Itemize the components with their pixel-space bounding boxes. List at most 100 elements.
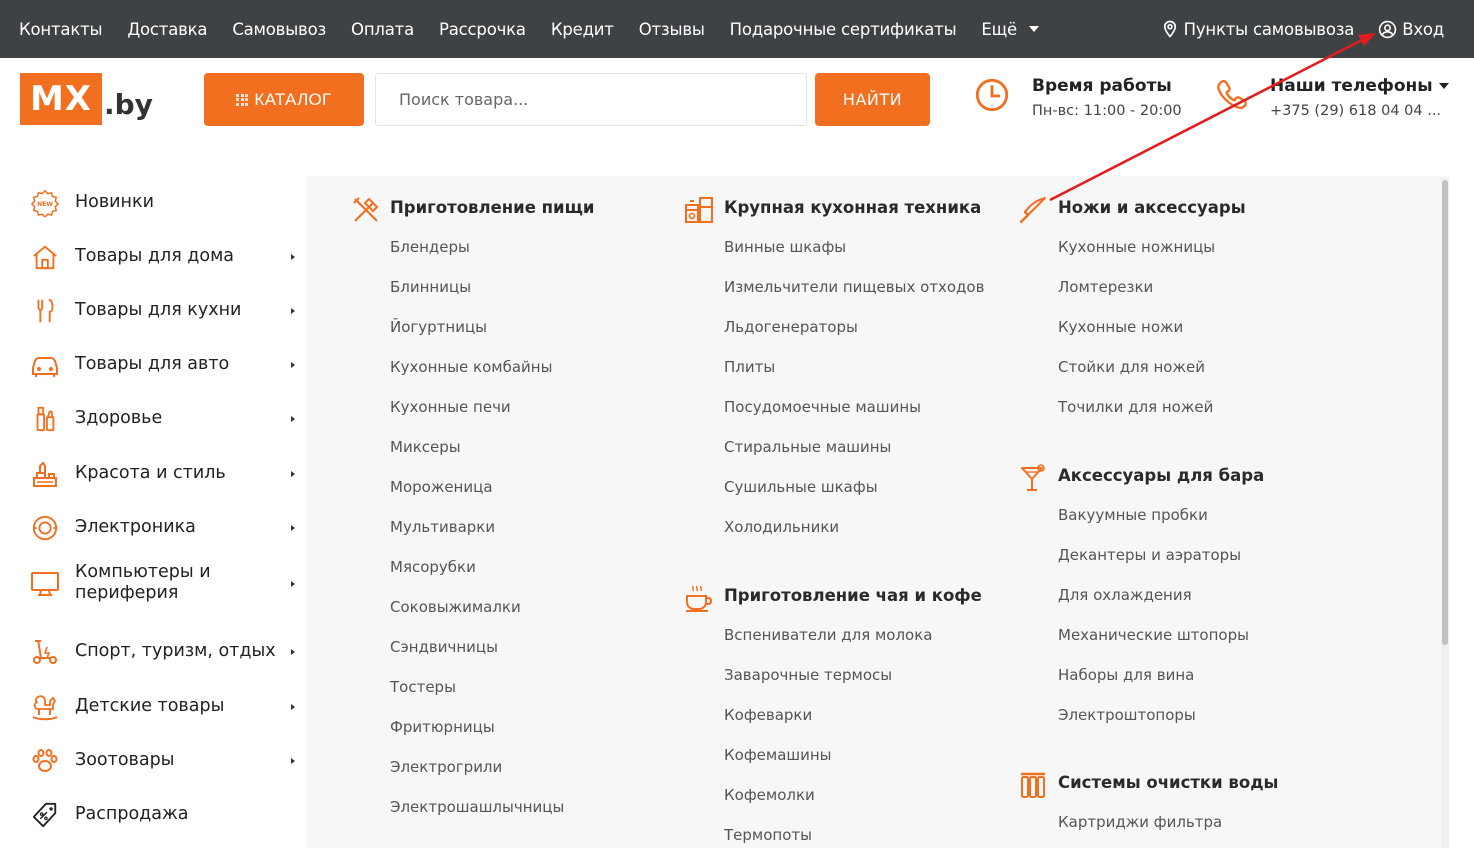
chevron-right-icon xyxy=(291,649,295,655)
submenu-link[interactable]: Точилки для ножей xyxy=(1058,398,1213,416)
submenu-link[interactable]: Миксеры xyxy=(390,438,461,456)
submenu-link[interactable]: Механические штопоры xyxy=(1058,626,1249,644)
search-input[interactable] xyxy=(375,73,807,126)
search-button[interactable]: НАЙТИ xyxy=(815,73,930,126)
submenu-link[interactable]: Картриджи фильтра xyxy=(1058,813,1222,831)
catalog-button[interactable]: КАТАЛОГ xyxy=(204,73,364,126)
submenu-link[interactable]: Йогуртницы xyxy=(390,318,487,336)
submenu-link[interactable]: Электрогрили xyxy=(390,758,502,776)
sidebar-item-label: Товары для дома xyxy=(75,246,235,266)
pickup-points-link[interactable]: Пункты самовывоза xyxy=(1161,20,1354,39)
submenu-link[interactable]: Сушильные шкафы xyxy=(724,478,878,496)
svg-text:NEW: NEW xyxy=(37,201,53,208)
chevron-right-icon xyxy=(291,308,295,314)
group-title-cooking[interactable]: Приготовление пищи xyxy=(390,198,594,217)
group-title-tea-coffee[interactable]: Приготовление чая и кофе xyxy=(724,586,982,605)
group-title-bar[interactable]: Аксессуары для бара xyxy=(1058,466,1264,485)
monitor-icon xyxy=(30,569,60,599)
electronics-icon xyxy=(30,513,60,543)
submenu-link[interactable]: Мультиварки xyxy=(390,518,495,536)
sidebar-item-label-line1: Компьютеры и xyxy=(75,562,211,582)
submenu-link[interactable]: Посудомоечные машины xyxy=(724,398,921,416)
submenu-link[interactable]: Электроштопоры xyxy=(1058,706,1196,724)
water-filter-icon xyxy=(1018,770,1048,800)
submenu-link[interactable]: Кухонные ножи xyxy=(1058,318,1183,336)
group-title-large-appliances[interactable]: Крупная кухонная техника xyxy=(724,198,981,217)
chevron-right-icon xyxy=(291,254,295,260)
phones-block[interactable]: Наши телефоны +375 (29) 618 04 04 ... xyxy=(1214,76,1449,119)
submenu-link[interactable]: Кухонные ножницы xyxy=(1058,238,1215,256)
nav-link-installments[interactable]: Рассрочка xyxy=(439,20,526,39)
nav-link-delivery[interactable]: Доставка xyxy=(127,20,207,39)
submenu-link[interactable]: Кухонные печи xyxy=(390,398,511,416)
sidebar-item-label: Спорт, туризм, отдых xyxy=(75,641,276,661)
submenu-link[interactable]: Льдогенераторы xyxy=(724,318,858,336)
scrollbar-thumb[interactable] xyxy=(1442,180,1448,645)
nav-link-reviews[interactable]: Отзывы xyxy=(639,20,705,39)
submenu-link[interactable]: Декантеры и аэраторы xyxy=(1058,546,1241,564)
nav-link-self-pickup[interactable]: Самовывоз xyxy=(232,20,326,39)
submenu-link[interactable]: Заварочные термосы xyxy=(724,666,892,684)
submenu-link[interactable]: Сэндвичницы xyxy=(390,638,498,656)
submenu-link[interactable]: Стиральные машины xyxy=(724,438,891,456)
sidebar-item-label: Распродажа xyxy=(75,804,189,824)
submenu-link[interactable]: Термопоты xyxy=(724,826,812,844)
login-link[interactable]: Вход xyxy=(1378,20,1444,39)
submenu-link[interactable]: Холодильники xyxy=(724,518,839,536)
submenu-link[interactable]: Электрошашлычницы xyxy=(390,798,564,816)
car-icon xyxy=(30,350,60,380)
location-pin-icon xyxy=(1163,20,1176,38)
submenu-link[interactable]: Ломтерезки xyxy=(1058,278,1153,296)
submenu-link[interactable]: Наборы для вина xyxy=(1058,666,1194,684)
submenu-link[interactable]: Кофемашины xyxy=(724,746,832,764)
paw-icon xyxy=(30,746,60,776)
panel-scrollbar[interactable] xyxy=(1441,178,1449,848)
sidebar-item-label: Товары для кухни xyxy=(75,300,242,320)
group-title-knives[interactable]: Ножи и аксессуары xyxy=(1058,198,1246,217)
chevron-right-icon xyxy=(291,704,295,710)
top-nav: Контакты Доставка Самовывоз Оплата Расср… xyxy=(0,0,1064,58)
group-title-water-filters[interactable]: Системы очистки воды xyxy=(1058,773,1278,792)
sale-tag-icon xyxy=(30,800,60,830)
submenu-link[interactable]: Блинницы xyxy=(390,278,471,296)
submenu-link[interactable]: Вакуумные пробки xyxy=(1058,506,1208,524)
submenu-link[interactable]: Измельчители пищевых отходов xyxy=(724,278,984,296)
sidebar-item-label: Электроника xyxy=(75,517,196,537)
working-hours-value: Пн-вс: 11:00 - 20:00 xyxy=(1032,103,1182,119)
working-hours-title: Время работы xyxy=(1032,76,1172,96)
chevron-right-icon xyxy=(291,758,295,764)
submenu-link[interactable]: Кофемолки xyxy=(724,786,815,804)
nav-link-payment[interactable]: Оплата xyxy=(351,20,414,39)
phone-number: +375 (29) 618 04 04 ... xyxy=(1270,103,1442,119)
submenu-link[interactable]: Блендеры xyxy=(390,238,470,256)
submenu-link[interactable]: Мясорубки xyxy=(390,558,476,576)
submenu-link[interactable]: Кофеварки xyxy=(724,706,812,724)
sidebar-item-label: Здоровье xyxy=(75,408,163,428)
sidebar-item-label-line2: периферия xyxy=(75,583,179,603)
nav-link-gift-cards[interactable]: Подарочные сертификаты xyxy=(730,20,957,39)
top-bar: Контакты Доставка Самовывоз Оплата Расср… xyxy=(0,0,1474,58)
house-icon xyxy=(30,242,60,272)
submenu-link[interactable]: Соковыжималки xyxy=(390,598,521,616)
submenu-link[interactable]: Фритюрницы xyxy=(390,718,495,736)
submenu-link[interactable]: Стойки для ножей xyxy=(1058,358,1205,376)
logo-mark: MX xyxy=(20,73,102,125)
kitchen-utensils-icon xyxy=(30,296,60,326)
site-logo[interactable]: MX .by xyxy=(20,73,153,125)
chevron-right-icon xyxy=(291,362,295,368)
submenu-link[interactable]: Мороженица xyxy=(390,478,493,496)
submenu-link[interactable]: Для охлаждения xyxy=(1058,586,1192,604)
nav-more-dropdown[interactable]: Ещё xyxy=(981,20,1039,39)
submenu-link[interactable]: Вспениватели для молока xyxy=(724,626,933,644)
grid-icon xyxy=(236,93,249,106)
nav-link-contacts[interactable]: Контакты xyxy=(19,20,103,39)
nav-link-credit[interactable]: Кредит xyxy=(551,20,614,39)
new-badge-icon: NEW xyxy=(30,188,60,218)
submenu-link[interactable]: Винные шкафы xyxy=(724,238,846,256)
submenu-link[interactable]: Плиты xyxy=(724,358,775,376)
submenu-link[interactable]: Тостеры xyxy=(390,678,456,696)
chevron-down-icon xyxy=(1438,83,1449,89)
submenu-link[interactable]: Кухонные комбайны xyxy=(390,358,552,376)
sidebar-item-label: Детские товары xyxy=(75,696,225,716)
sidebar-item-label: Зоотовары xyxy=(75,750,175,770)
